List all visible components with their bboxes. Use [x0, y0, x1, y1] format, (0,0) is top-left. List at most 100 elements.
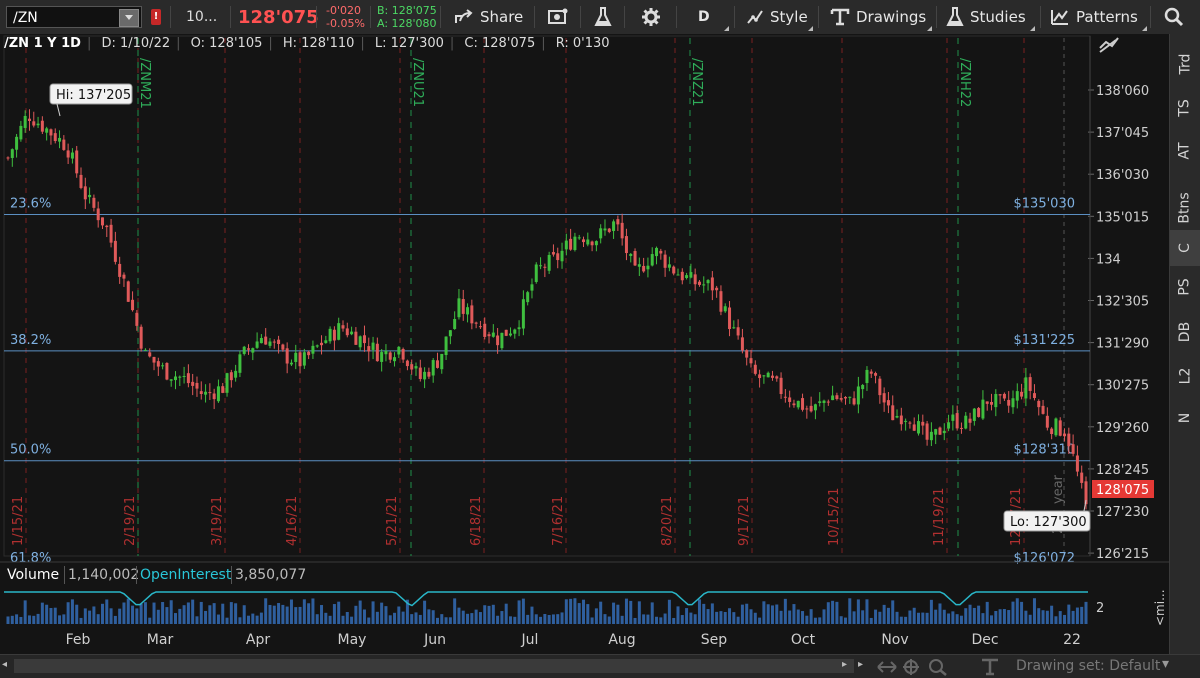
- volume-bar: [508, 616, 512, 624]
- candle-body: [710, 277, 714, 291]
- tab-ts[interactable]: TS: [1170, 90, 1200, 126]
- volume-bar: [749, 609, 753, 624]
- candle-body: [375, 343, 379, 362]
- settings-button[interactable]: [642, 0, 666, 34]
- volume-bar: [985, 601, 989, 624]
- tab-c[interactable]: C: [1170, 230, 1200, 266]
- tab-ps-label: PS: [1177, 278, 1193, 296]
- drawings-button[interactable]: Drawings: [830, 0, 926, 34]
- volume-bar: [109, 608, 113, 624]
- volume-bar: [947, 613, 951, 624]
- flask-button[interactable]: [594, 0, 618, 34]
- volume-bar: [100, 603, 104, 624]
- symbol-input[interactable]: /ZN: [6, 6, 142, 28]
- search-button[interactable]: [1164, 0, 1190, 34]
- screenshot-button[interactable]: [548, 0, 574, 34]
- volume-bar: [874, 609, 878, 624]
- drawing-set-label[interactable]: Drawing set: Default: [1016, 658, 1160, 674]
- candle-body: [1041, 405, 1045, 414]
- candle-body: [79, 174, 83, 188]
- volume-bar: [895, 611, 899, 624]
- candle-body: [337, 323, 341, 340]
- quantity-field[interactable]: 10...: [186, 0, 217, 34]
- candle-body: [242, 346, 246, 354]
- scroll-end-icon[interactable]: ▸: [858, 659, 863, 670]
- volume-bar: [526, 614, 530, 624]
- scroll-right-icon[interactable]: ▸: [842, 659, 847, 670]
- volume-bar: [934, 609, 938, 624]
- volume-bar: [663, 613, 667, 624]
- volume-bar: [315, 614, 319, 624]
- tab-n[interactable]: N: [1170, 400, 1200, 436]
- volume-bar: [66, 602, 70, 624]
- volume-bar: [225, 617, 229, 624]
- drawing-set-dropdown-icon[interactable]: ▾: [1162, 656, 1169, 672]
- tab-ps[interactable]: PS: [1170, 269, 1200, 305]
- volume-bar: [599, 601, 603, 624]
- volume-bar: [582, 599, 586, 624]
- scroll-left-icon[interactable]: ◂: [2, 659, 7, 670]
- candle-body: [758, 374, 762, 379]
- candle-body: [199, 391, 203, 394]
- volume-bar: [70, 599, 74, 624]
- volume-bar: [345, 611, 349, 624]
- candle-body: [88, 194, 92, 198]
- volume-bar: [534, 614, 538, 624]
- candle-body: [1028, 377, 1032, 391]
- volume-bar: [1007, 610, 1011, 624]
- horizontal-scrollbar[interactable]: [14, 659, 854, 673]
- candle-body: [672, 266, 676, 274]
- volume-bar: [551, 614, 555, 624]
- candle-body: [517, 327, 521, 330]
- tab-trd[interactable]: Trd: [1170, 46, 1200, 82]
- volume-bar: [843, 617, 847, 624]
- candle-body: [521, 299, 525, 329]
- volume-bar: [972, 607, 976, 624]
- timeframe-button[interactable]: D: [698, 0, 710, 34]
- contract-roll-label: /ZNU21: [410, 58, 425, 107]
- timeframe-corner-icon: [724, 26, 729, 31]
- candle-body: [191, 381, 195, 386]
- candle-body: [204, 391, 208, 395]
- tab-at[interactable]: AT: [1170, 133, 1200, 169]
- volume-bar: [951, 611, 955, 624]
- candle-body: [474, 322, 478, 324]
- price-chart[interactable]: 138'060 137'045 136'030 135'015 134 132'305 13…: [0, 34, 1170, 654]
- volume-bar: [547, 615, 551, 624]
- candle-body: [990, 401, 994, 405]
- volume-bar: [161, 602, 165, 624]
- candle-body: [1067, 433, 1071, 447]
- volume-bar: [655, 616, 659, 624]
- candle-body: [234, 370, 238, 378]
- studies-button[interactable]: Studies: [946, 0, 1026, 34]
- share-button[interactable]: Share: [454, 0, 523, 34]
- volume-bar: [848, 598, 852, 624]
- candle-body: [45, 128, 49, 133]
- chart-area[interactable]: 138'060 137'045 136'030 135'015 134 132'305 13…: [0, 34, 1170, 654]
- volume-bar: [1084, 601, 1088, 624]
- symbol-dropdown-button[interactable]: [119, 9, 139, 27]
- candle-body: [728, 307, 732, 330]
- candle-body: [947, 422, 951, 429]
- volume-bar: [457, 607, 461, 624]
- candle-body: [251, 348, 255, 353]
- candle-body: [1080, 472, 1084, 483]
- volume-bar: [719, 611, 723, 624]
- patterns-button[interactable]: Patterns: [1050, 0, 1138, 34]
- tab-l2[interactable]: L2: [1170, 358, 1200, 394]
- volume-bar: [1050, 605, 1054, 624]
- tab-db[interactable]: DB: [1170, 314, 1200, 350]
- volume-bar: [289, 599, 293, 624]
- volume-bar: [259, 612, 263, 624]
- tab-btns[interactable]: Btns: [1170, 186, 1200, 230]
- candle-body: [543, 266, 547, 268]
- chart-header: /ZN 1 Y 1D | D: 1/10/22 | O: 128'105 | H: 1…: [4, 36, 610, 51]
- alert-icon[interactable]: !: [151, 9, 161, 25]
- drawing-tool-icon[interactable]: [980, 658, 1000, 676]
- style-button[interactable]: Style: [746, 0, 808, 34]
- candle-body: [27, 118, 31, 121]
- separator: [580, 6, 581, 28]
- volume-bar: [307, 603, 311, 624]
- volume-bar: [801, 611, 805, 624]
- volume-bar: [234, 603, 238, 624]
